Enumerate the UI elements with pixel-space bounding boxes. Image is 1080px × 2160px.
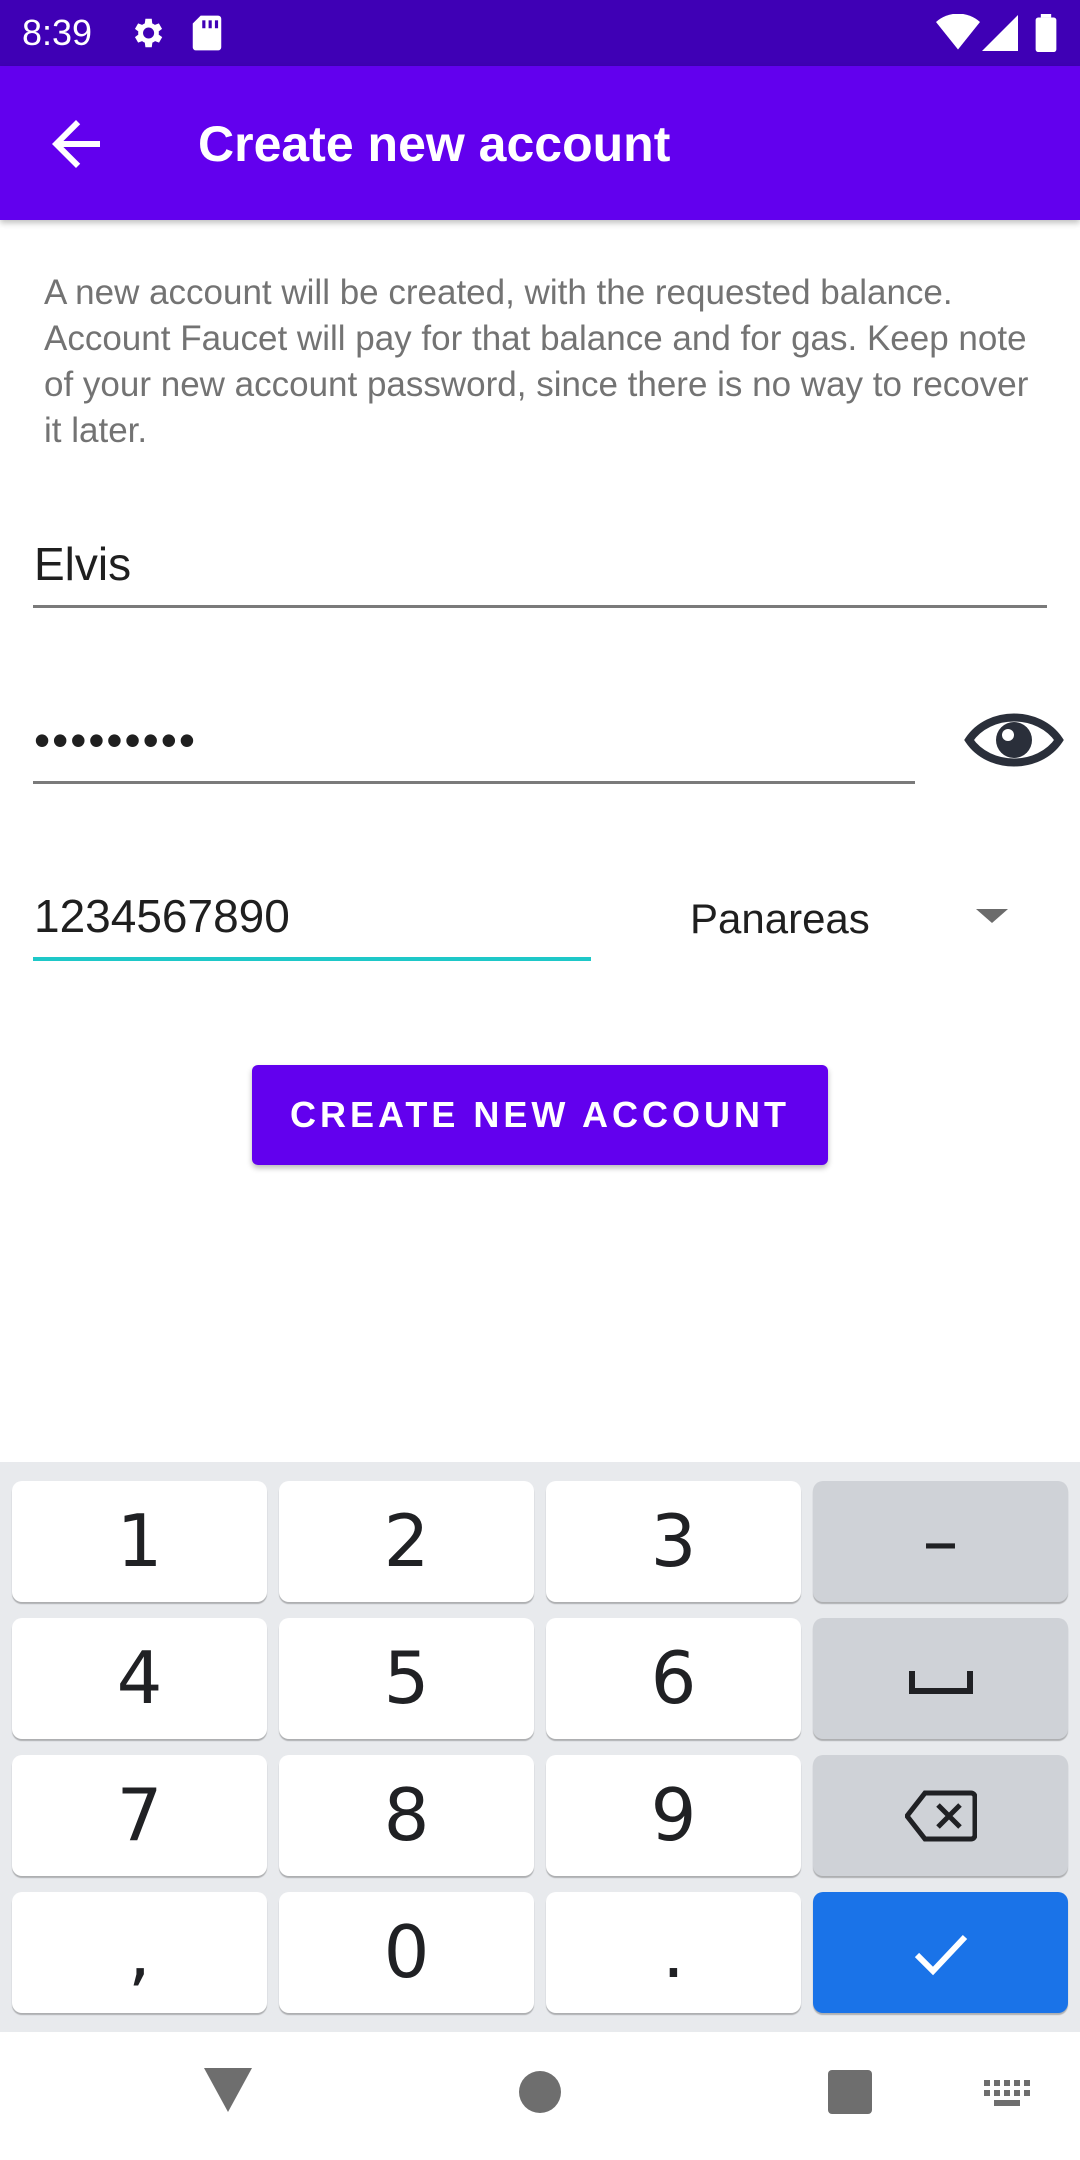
signal-icon (982, 14, 1018, 57)
key-backspace[interactable] (813, 1755, 1068, 1876)
password-value: ••••••••• (34, 714, 197, 766)
battery-icon (1034, 14, 1058, 57)
key-7[interactable]: 7 (12, 1755, 267, 1876)
key-1[interactable]: 1 (12, 1481, 267, 1602)
balance-input[interactable]: 1234567890 (34, 888, 590, 958)
username-input[interactable]: Elvis (34, 536, 1046, 606)
nav-home-button[interactable] (518, 2070, 562, 2119)
key-8[interactable]: 8 (279, 1755, 534, 1876)
balance-value: 1234567890 (34, 890, 290, 942)
space-icon (906, 1636, 976, 1720)
key-5[interactable]: 5 (279, 1618, 534, 1739)
app-bar: Create new account (0, 66, 1080, 220)
key-0[interactable]: 0 (279, 1892, 534, 2013)
status-bar: 8:39 (0, 0, 1080, 66)
navigation-bar (0, 2032, 1080, 2160)
key-9[interactable]: 9 (546, 1755, 801, 1876)
password-underline (33, 781, 915, 784)
status-time: 8:39 (22, 12, 93, 53)
create-account-button[interactable]: CREATE NEW ACCOUNT (252, 1065, 828, 1165)
nav-recents-button[interactable] (828, 2070, 872, 2119)
backspace-icon (903, 1776, 977, 1860)
key-minus[interactable]: – (813, 1481, 1068, 1602)
arrow-back-icon (40, 120, 112, 184)
eye-icon (964, 713, 1064, 784)
key-2[interactable]: 2 (279, 1481, 534, 1602)
password-input[interactable]: ••••••••• (34, 712, 914, 782)
key-6[interactable]: 6 (546, 1618, 801, 1739)
back-button[interactable] (40, 108, 112, 180)
sd-card-icon (190, 14, 224, 57)
unit-selected-value: Panareas (690, 895, 870, 942)
description-text: A new account will be created, with the … (44, 273, 1029, 450)
key-period[interactable]: . (546, 1892, 801, 2013)
check-icon (911, 1910, 971, 1994)
keyboard-switch-icon[interactable] (984, 2080, 1030, 2113)
key-3[interactable]: 3 (546, 1481, 801, 1602)
key-comma[interactable]: , (12, 1892, 267, 2013)
unit-dropdown[interactable]: Panareas (690, 888, 1030, 958)
show-password-button[interactable] (964, 700, 1064, 780)
dropdown-arrow-icon (976, 909, 1008, 923)
wifi-icon (936, 13, 980, 57)
key-space[interactable] (813, 1618, 1068, 1739)
nav-back-button[interactable] (204, 2068, 252, 2117)
balance-underline (33, 957, 591, 961)
numeric-keyboard: 1 2 3 – 4 5 6 7 8 9 , 0 . (0, 1462, 1080, 2032)
key-4[interactable]: 4 (12, 1618, 267, 1739)
gear-icon (128, 14, 166, 57)
page-title: Create new account (198, 116, 671, 172)
key-enter[interactable] (813, 1892, 1068, 2013)
username-value: Elvis (34, 538, 132, 590)
username-underline (33, 605, 1047, 608)
